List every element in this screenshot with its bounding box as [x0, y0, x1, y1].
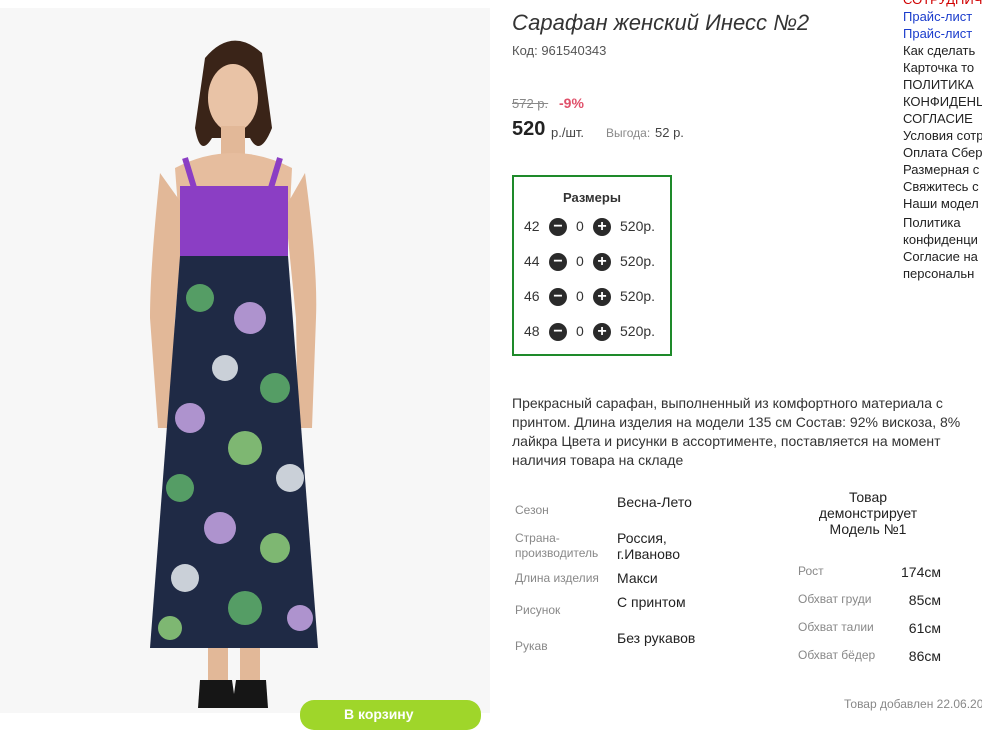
model-param-value: 86см	[908, 648, 941, 664]
sizes-panel: Размеры 42 − 0 + 520р. 44 − 0 + 520р. 46…	[512, 175, 672, 356]
plus-icon[interactable]: +	[593, 288, 611, 306]
sidebar-link[interactable]: ПОЛИТИКА	[903, 76, 974, 93]
sidebar-link[interactable]: Свяжитесь с	[903, 178, 979, 195]
product-description: Прекрасный сарафан, выполненный из комфо…	[512, 395, 961, 468]
size-row: 44 − 0 + 520р.	[514, 252, 670, 272]
sidebar-link[interactable]: Прайс-лист	[903, 25, 972, 42]
price-unit: р./шт.	[551, 125, 585, 140]
sidebar-link[interactable]: персональн	[903, 265, 974, 282]
sidebar-link[interactable]: СОТРУДНИЧ	[903, 0, 982, 8]
spec-value: Без рукавов	[617, 630, 696, 646]
discount-badge: -9%	[559, 95, 584, 111]
spec-label: Сезон	[515, 503, 549, 517]
sidebar-links: СОТРУДНИЧ Прайс-лист Прайс-лист Как сдел…	[903, 0, 982, 290]
add-to-cart-button[interactable]: В корзину	[300, 700, 481, 730]
spec-value: С принтом	[617, 594, 686, 610]
plus-icon[interactable]: +	[593, 253, 611, 271]
quantity-value: 0	[576, 253, 584, 269]
quantity-value: 0	[576, 218, 584, 234]
sidebar-link[interactable]: Как сделать	[903, 42, 975, 59]
quantity-value: 0	[576, 323, 584, 339]
sidebar-link[interactable]: Политика	[903, 214, 961, 231]
size-price: 520р.	[620, 323, 656, 339]
current-price: 520	[512, 118, 546, 140]
size-value: 44	[524, 253, 540, 269]
spec-value: Россия, г.Иваново	[617, 530, 680, 562]
spec-label: Длина изделия	[515, 571, 599, 585]
profit-label: Выгода:	[606, 126, 651, 140]
spec-value: Весна-Лето	[617, 494, 692, 510]
model-param-label: Рост	[798, 564, 824, 578]
plus-icon[interactable]: +	[593, 323, 611, 341]
sidebar-link[interactable]: Размерная с	[903, 161, 979, 178]
sidebar-link[interactable]: КОНФИДЕНЦ	[903, 93, 982, 110]
spec-label: Рукав	[515, 639, 548, 653]
sidebar-link[interactable]: Прайс-лист	[903, 8, 972, 25]
model-title: Товар демонстрирует Модель №1	[818, 489, 918, 537]
size-value: 46	[524, 288, 540, 304]
sidebar-link[interactable]: Карточка то	[903, 59, 974, 76]
product-photo[interactable]	[0, 8, 490, 713]
size-row: 42 − 0 + 520р.	[514, 217, 670, 237]
size-row: 48 − 0 + 520р.	[514, 322, 670, 342]
plus-icon[interactable]: +	[593, 218, 611, 236]
model-param-value: 174см	[901, 564, 941, 580]
minus-icon[interactable]: −	[549, 288, 567, 306]
size-value: 42	[524, 218, 540, 234]
date-added: Товар добавлен 22.06.20	[844, 697, 982, 711]
size-value: 48	[524, 323, 540, 339]
sidebar-link[interactable]: Условия сотр	[903, 127, 982, 144]
minus-icon[interactable]: −	[549, 218, 567, 236]
model-param-label: Обхват талии	[798, 620, 874, 634]
minus-icon[interactable]: −	[549, 253, 567, 271]
product-title: Сарафан женский Инесс №2	[512, 10, 810, 35]
size-price: 520р.	[620, 218, 656, 234]
profit-value: 52 р.	[655, 125, 684, 140]
sidebar-link[interactable]: Оплата Сбер	[903, 144, 982, 161]
sizes-title: Размеры	[563, 190, 621, 205]
size-row: 46 − 0 + 520р.	[514, 287, 670, 307]
model-param-label: Обхват груди	[798, 592, 872, 606]
model-param-value: 61см	[908, 620, 941, 636]
old-price: 572 р.	[512, 96, 549, 111]
size-price: 520р.	[620, 253, 656, 269]
sidebar-link[interactable]: Согласие на	[903, 248, 978, 265]
model-param-label: Обхват бёдер	[798, 648, 876, 662]
quantity-value: 0	[576, 288, 584, 304]
minus-icon[interactable]: −	[549, 323, 567, 341]
spec-value: Макси	[617, 570, 658, 586]
spec-label: Страна-производитель	[515, 531, 599, 560]
model-param-value: 85см	[908, 592, 941, 608]
sidebar-link[interactable]: СОГЛАСИЕ	[903, 110, 973, 127]
product-code: Код: 961540343	[512, 43, 607, 58]
size-price: 520р.	[620, 288, 656, 304]
sidebar-link[interactable]: конфиденци	[903, 231, 978, 248]
sidebar-link[interactable]: Наши модел	[903, 195, 979, 212]
spec-label: Рисунок	[515, 603, 561, 617]
